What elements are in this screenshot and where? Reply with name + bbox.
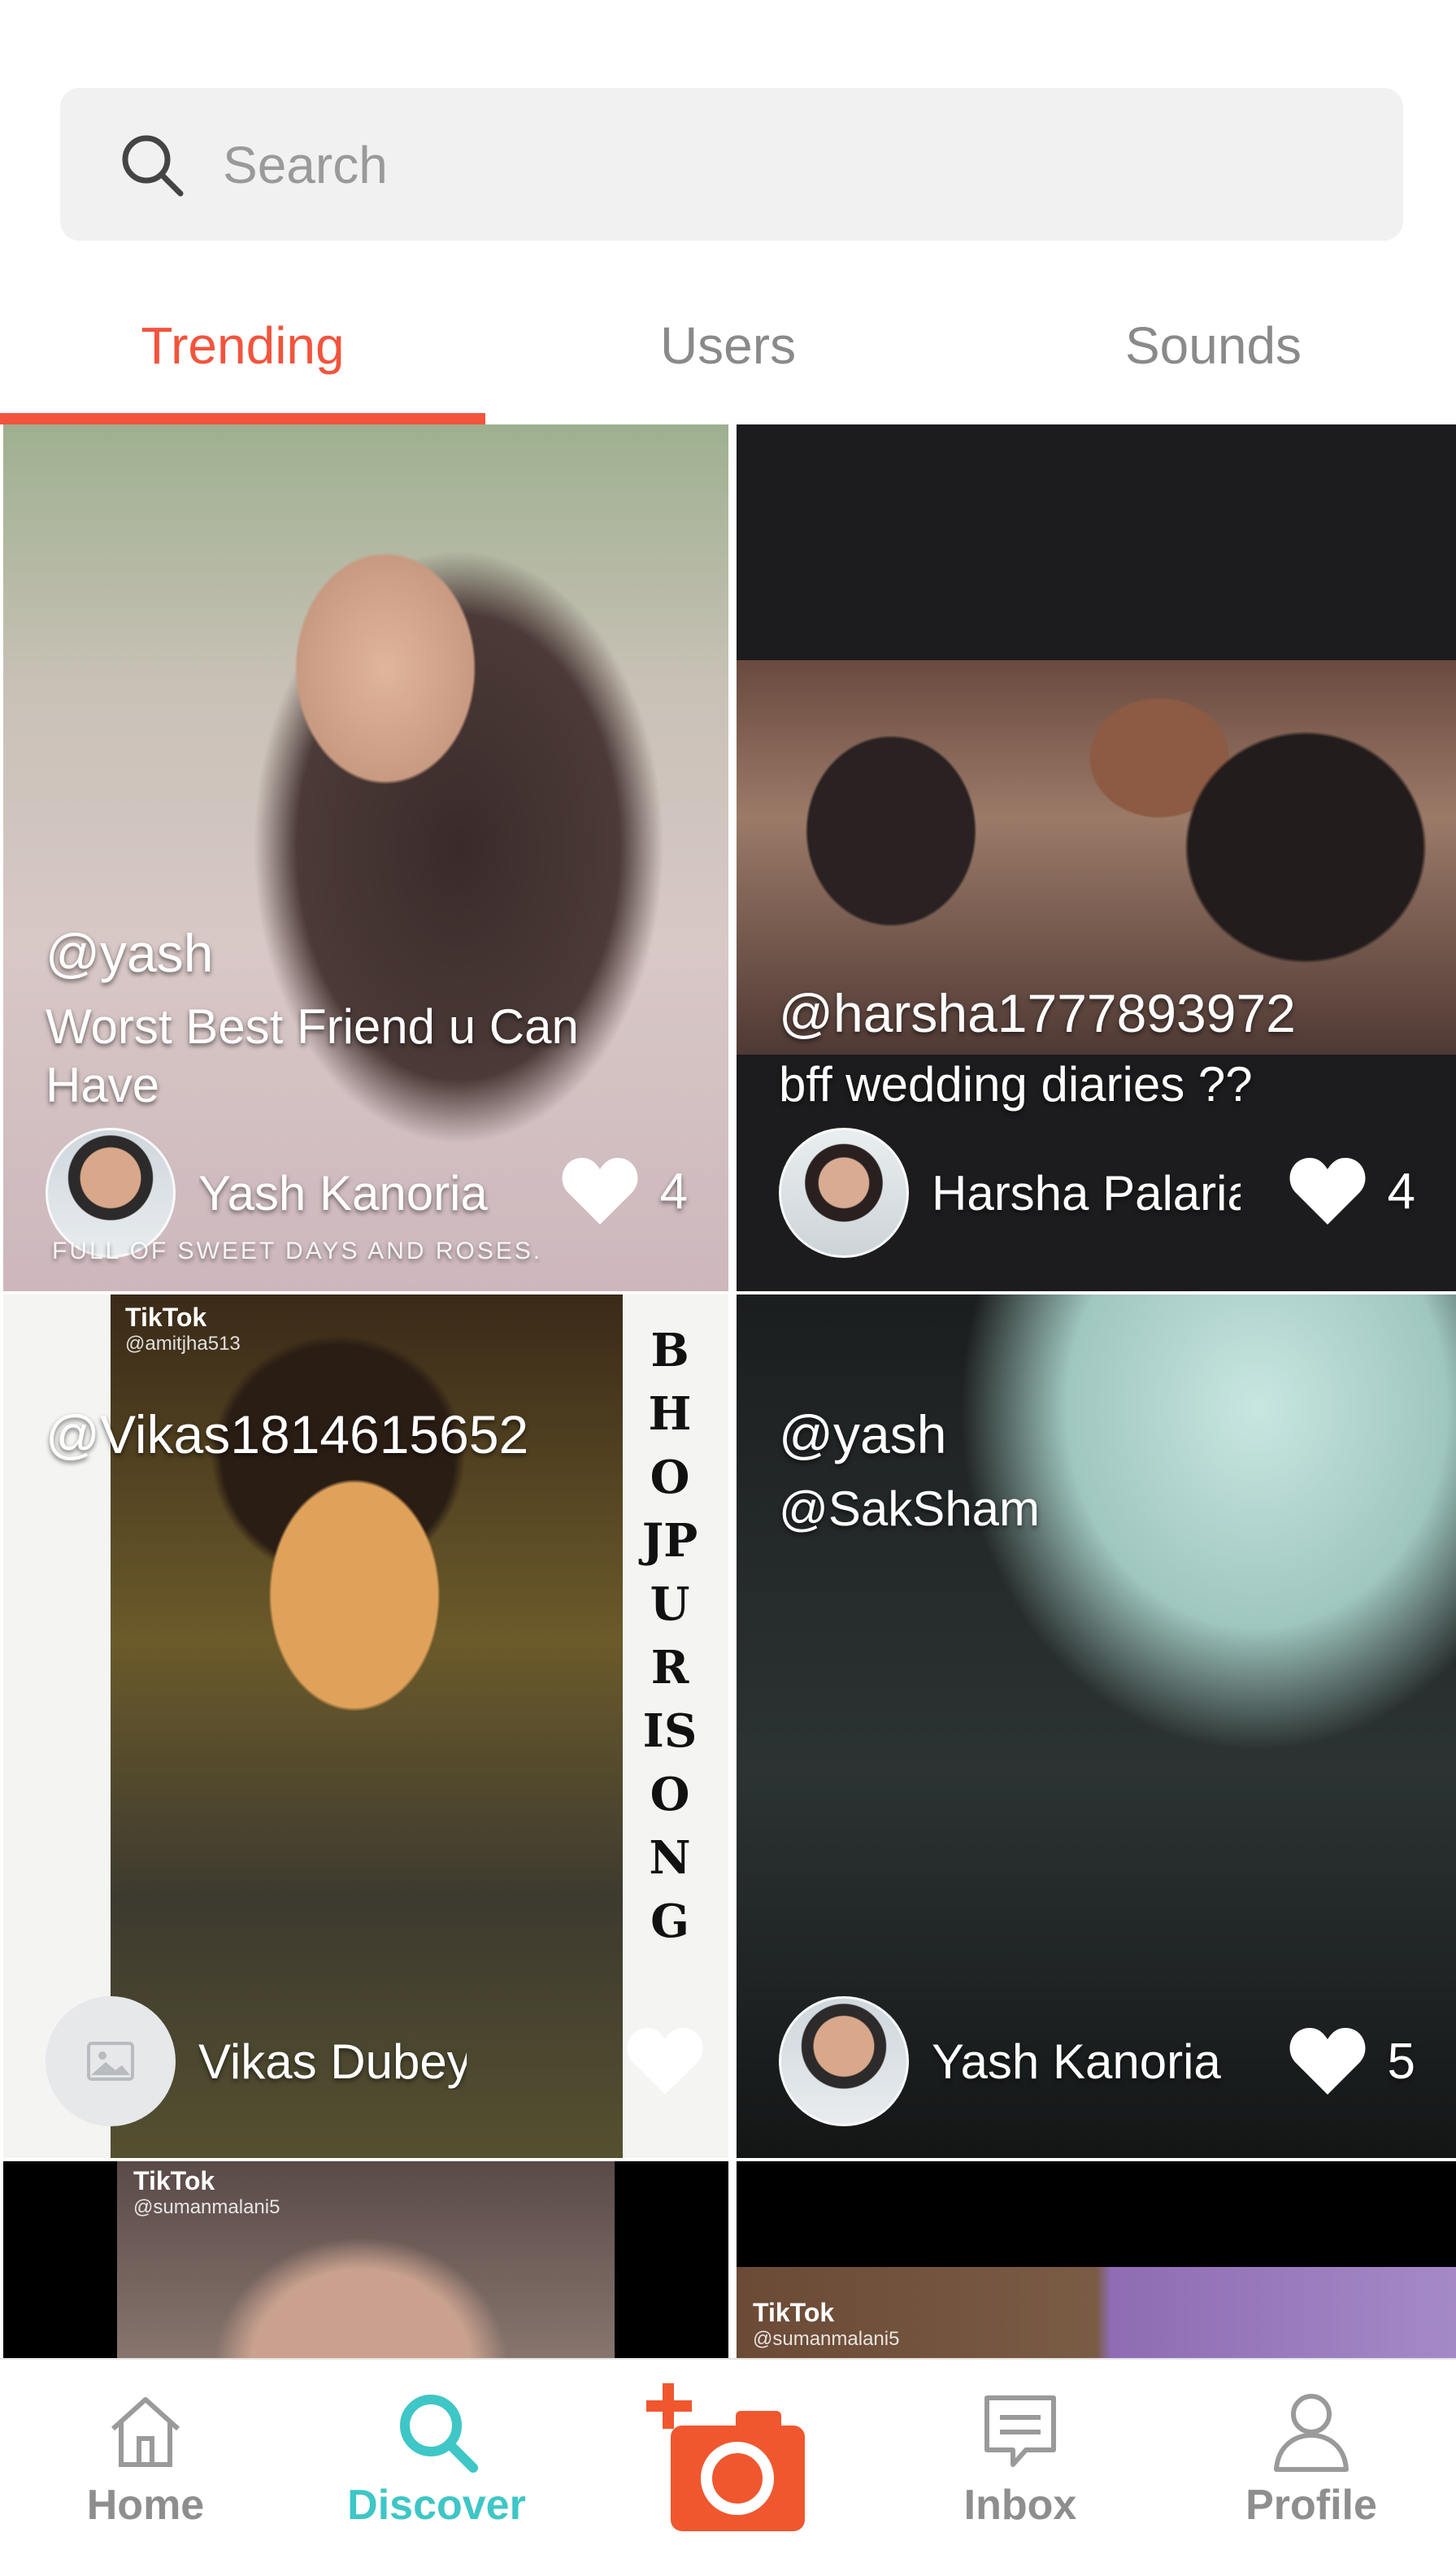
- video-card[interactable]: @harsha1777893972 bff wedding diaries ??…: [737, 424, 1456, 1291]
- nav-label: Discover: [347, 2481, 526, 2529]
- likes-value: 4: [659, 1163, 688, 1220]
- search-input[interactable]: [223, 120, 1361, 210]
- bottom-navigation: Home Discover Inbox Profile: [0, 2358, 1456, 2554]
- tiktok-watermark: TikTok @amitjha513: [125, 1303, 241, 1355]
- author-name: Vikas Dubey: [198, 2034, 467, 2089]
- heart-icon: [1289, 1158, 1365, 1225]
- trending-feed: @yash Worst Best Friend u Can Have Yash …: [0, 424, 1456, 2358]
- author-name: Yash Kanoria: [198, 1165, 488, 1220]
- overlay-quote: FULL OF SWEET DAYS AND ROSES.: [52, 1238, 543, 1264]
- tab-trending[interactable]: Trending: [0, 276, 485, 415]
- search-bar[interactable]: [60, 88, 1403, 241]
- camera-plus-icon: [646, 2382, 805, 2531]
- nav-discover[interactable]: Discover: [291, 2360, 582, 2554]
- heart-icon: [627, 2028, 703, 2095]
- video-card[interactable]: @yash Worst Best Friend u Can Have Yash …: [3, 424, 728, 1291]
- like-count[interactable]: 4: [1289, 1156, 1415, 1226]
- discover-tabs: Trending Users Sounds: [0, 276, 1456, 424]
- nav-create[interactable]: [582, 2360, 873, 2554]
- image-icon: [87, 2042, 134, 2081]
- tab-users[interactable]: Users: [485, 276, 971, 415]
- likes-value: 5: [1387, 2033, 1415, 2090]
- author-name: Yash Kanoria: [932, 2034, 1221, 2089]
- tab-sounds[interactable]: Sounds: [971, 276, 1456, 415]
- video-card[interactable]: TikTok @amitjha513 BHOJPURISONG @Vikas18…: [3, 1294, 728, 2158]
- tiktok-watermark: TikTok @sumanmalani5: [753, 2298, 900, 2350]
- author-name: Harsha Palaria: [932, 1165, 1241, 1220]
- nav-home[interactable]: Home: [0, 2360, 291, 2554]
- active-tab-indicator: [0, 413, 485, 424]
- nav-inbox[interactable]: Inbox: [875, 2360, 1166, 2554]
- message-icon: [984, 2395, 1056, 2467]
- nav-label: Profile: [1245, 2481, 1377, 2529]
- nav-profile[interactable]: Profile: [1166, 2360, 1456, 2554]
- author-row[interactable]: Yash Kanoria: [779, 1992, 1241, 2130]
- video-handle: @yash: [779, 1404, 947, 1464]
- video-card[interactable]: TikTok @sumanmalani5: [737, 2161, 1456, 2358]
- like-count[interactable]: 4: [561, 1156, 688, 1226]
- home-icon: [111, 2396, 180, 2467]
- video-card[interactable]: @yash @SakSham Yash Kanoria 5: [737, 1294, 1456, 2158]
- nav-label: Home: [86, 2481, 205, 2529]
- search-icon: [122, 135, 184, 197]
- author-row[interactable]: Harsha Palaria: [779, 1124, 1241, 1262]
- vertical-text: BHOJPURISONG: [641, 1324, 698, 1948]
- video-card[interactable]: TikTok @sumanmalani5: [3, 2161, 728, 2358]
- video-caption: bff wedding diaries ??: [779, 1057, 1253, 1112]
- heart-icon: [562, 1158, 637, 1225]
- tiktok-watermark: TikTok @sumanmalani5: [133, 2166, 280, 2218]
- avatar: [779, 1996, 909, 2126]
- author-row[interactable]: Vikas Dubey: [46, 1992, 467, 2130]
- user-icon: [1274, 2393, 1349, 2472]
- video-handle: @Vikas1814615652: [46, 1404, 529, 1464]
- video-handle: @harsha1777893972: [779, 983, 1296, 1043]
- search-icon: [400, 2394, 478, 2473]
- video-caption: Worst Best Friend u Can Have: [46, 999, 579, 1112]
- like-count[interactable]: 5: [1289, 2026, 1415, 2096]
- video-handle: @yash: [46, 923, 214, 983]
- like-count[interactable]: [626, 2026, 704, 2096]
- avatar-placeholder: [46, 1996, 176, 2126]
- nav-label: Inbox: [963, 2481, 1077, 2529]
- video-caption: @SakSham: [779, 1481, 1041, 1536]
- likes-value: 4: [1387, 1163, 1415, 1220]
- avatar: [779, 1128, 909, 1258]
- heart-icon: [1289, 2028, 1365, 2095]
